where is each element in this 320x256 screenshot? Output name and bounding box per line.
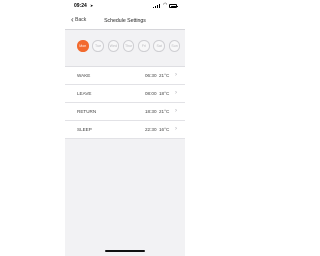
schedule-temp: 18°C xyxy=(159,91,170,96)
chevron-right-icon: › xyxy=(175,71,177,78)
day-button-sat[interactable]: Sat xyxy=(153,40,165,52)
schedule-label: WAKE xyxy=(77,73,91,78)
schedule-row-wake[interactable]: WAKE 06:30 21°C › xyxy=(65,67,185,85)
schedule-time: 18:30 xyxy=(145,109,157,114)
day-button-thur[interactable]: Thur xyxy=(122,40,135,52)
schedule-time: 08:00 xyxy=(145,91,157,96)
chevron-right-icon: › xyxy=(175,89,177,96)
chevron-right-icon: › xyxy=(175,107,177,114)
schedule-list: WAKE 06:30 21°C › LEAVE 08:00 18°C › RET… xyxy=(65,66,185,139)
schedule-time: 22:30 xyxy=(145,127,157,132)
location-arrow-icon: ➤ xyxy=(90,3,94,8)
schedule-time: 06:30 xyxy=(145,73,157,78)
day-button-fri[interactable]: Fri xyxy=(138,40,150,52)
schedule-row-sleep[interactable]: SLEEP 22:30 16°C › xyxy=(65,121,185,139)
schedule-temp: 16°C xyxy=(159,127,170,132)
wifi-icon: ◠ xyxy=(163,2,168,8)
schedule-temp: 21°C xyxy=(159,73,170,78)
schedule-label: SLEEP xyxy=(77,127,92,132)
schedule-row-leave[interactable]: LEAVE 08:00 18°C › xyxy=(65,85,185,103)
chevron-right-icon: › xyxy=(175,125,177,132)
day-button-tue[interactable]: Tue xyxy=(92,40,104,52)
page-title: Schedule Settings xyxy=(104,18,146,24)
day-selector: Mon Tue Wed Thur Fri Sat Sun xyxy=(77,40,181,52)
day-button-mon[interactable]: Mon xyxy=(77,40,89,52)
day-button-sun[interactable]: Sun xyxy=(168,40,181,52)
signal-icon xyxy=(153,4,161,8)
schedule-row-return[interactable]: RETURN 18:30 21°C › xyxy=(65,103,185,121)
status-time: 09:24 xyxy=(74,3,87,9)
schedule-label: RETURN xyxy=(77,109,97,114)
app-screen: 09:24 ➤ ◠ ‹ Back Schedule Settings Mon T… xyxy=(65,0,185,256)
home-indicator[interactable] xyxy=(105,250,145,252)
battery-icon xyxy=(169,4,178,8)
day-button-wed[interactable]: Wed xyxy=(107,40,120,52)
schedule-label: LEAVE xyxy=(77,91,92,96)
schedule-temp: 21°C xyxy=(159,109,170,114)
status-bar: 09:24 ➤ ◠ xyxy=(65,0,185,12)
navigation-bar: ‹ Back Schedule Settings xyxy=(65,12,185,30)
